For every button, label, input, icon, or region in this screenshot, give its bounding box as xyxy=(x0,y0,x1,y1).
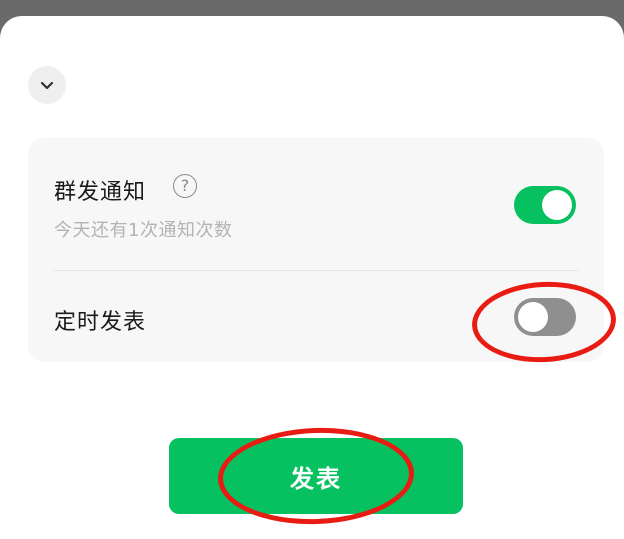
question-circle-icon[interactable]: ? xyxy=(173,174,197,198)
toggle-knob xyxy=(542,190,572,220)
scheduled-post-title: 定时发表 xyxy=(54,310,147,335)
collapse-button[interactable] xyxy=(28,66,66,104)
toggle-knob xyxy=(518,302,548,332)
divider xyxy=(54,270,578,271)
publish-button[interactable]: 发表 xyxy=(169,438,463,514)
settings-panel: 群发通知 ? 今天还有1次通知次数 定时发表 xyxy=(28,138,604,362)
scheduled-post-toggle[interactable] xyxy=(514,298,576,336)
group-notify-toggle[interactable] xyxy=(514,186,576,224)
group-notify-title: 群发通知 xyxy=(54,180,147,205)
chevron-down-icon xyxy=(40,81,54,90)
group-notify-subtext: 今天还有1次通知次数 xyxy=(54,220,233,241)
